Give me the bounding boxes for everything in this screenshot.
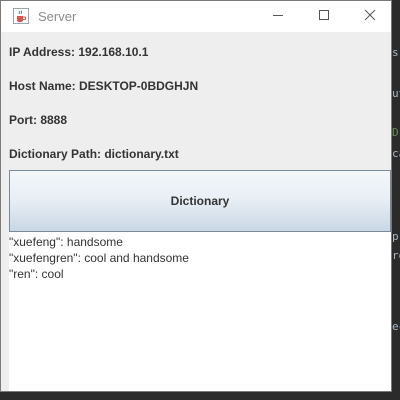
minimize-button[interactable] <box>255 1 301 32</box>
maximize-button[interactable] <box>301 1 347 32</box>
java-cup-icon <box>13 8 29 24</box>
window-title: Server <box>38 9 77 24</box>
dictionary-entry: "ren": cool <box>9 267 64 281</box>
maximize-icon <box>318 8 330 26</box>
background-ide-text: s <box>392 46 399 59</box>
background-ide-strip <box>392 0 400 400</box>
background-ide-text: ca <box>392 147 400 160</box>
dictionary-entry: "xuefengren": cool and handsome <box>9 251 189 265</box>
ip-address-label: IP Address: 192.168.10.1 <box>9 45 149 59</box>
dictionary-button[interactable]: Dictionary <box>9 170 391 232</box>
close-icon <box>364 8 376 26</box>
background-ide-text: D <box>392 126 399 139</box>
background-ide-text: ut <box>392 87 400 100</box>
minimize-icon <box>272 8 284 26</box>
dictionary-path-label: Dictionary Path: dictionary.txt <box>9 147 179 161</box>
background-ide-text: p <box>392 230 399 243</box>
server-window: Server IP Address: 192.168.10.1 Host Nam… <box>0 0 392 392</box>
background-ide-text: ec <box>392 320 400 333</box>
dictionary-text-area[interactable]: "xuefeng": handsome "xuefengren": cool a… <box>9 232 391 391</box>
close-button[interactable] <box>347 1 393 32</box>
port-label: Port: 8888 <box>9 113 68 127</box>
server-info-panel: IP Address: 192.168.10.1 Host Name: DESK… <box>1 32 391 170</box>
left-panel-edge <box>1 170 9 391</box>
host-name-label: Host Name: DESKTOP-0BDGHJN <box>9 79 199 93</box>
title-bar[interactable]: Server <box>1 1 391 32</box>
background-ide-text: re <box>392 249 400 262</box>
dictionary-entry: "xuefeng": handsome <box>9 235 123 249</box>
